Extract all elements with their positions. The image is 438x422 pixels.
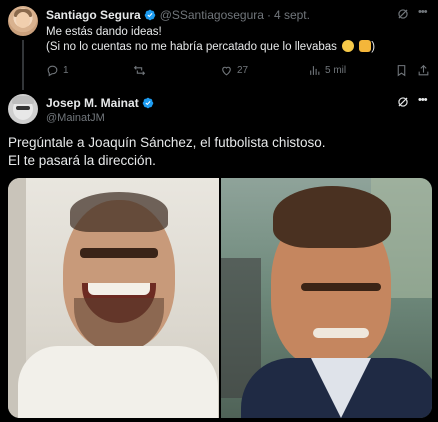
thread-connector-line (22, 40, 24, 90)
santiago-segura-avatar[interactable] (8, 6, 38, 36)
tweet1-action-bar: 1 27 5 mil (46, 62, 430, 78)
bookmark-icon[interactable] (395, 64, 408, 77)
thumbs-up-icon (359, 40, 372, 52)
grinning-squinting-face-icon (342, 40, 355, 52)
tweet2-header: Josep M. Mainat @MainatJM (46, 96, 158, 124)
author-handle[interactable]: @MainatJM (46, 112, 158, 124)
tweet1-text: Me estás dando ideas! (Si no lo cuentas … (46, 25, 375, 55)
josep-mainat-avatar[interactable] (8, 94, 38, 124)
tweet2-line2: El te pasará la dirección. (8, 153, 156, 168)
verified-badge-icon (144, 9, 155, 21)
smile-shape (313, 328, 369, 338)
verified-badge-icon (142, 97, 153, 109)
dot-separator: · (266, 8, 271, 22)
grok-icon[interactable] (396, 7, 410, 21)
hair-shape (70, 192, 168, 232)
teeth-shape (88, 283, 150, 295)
avatar-face (16, 12, 30, 28)
reply-count: 1 (63, 64, 69, 76)
author-name[interactable]: Josep M. Mainat (46, 96, 139, 110)
tweet2-text: Pregúntale a Joaquín Sánchez, el futboli… (8, 134, 325, 170)
like-button[interactable]: 27 (220, 64, 248, 77)
media-photo-man-in-suit[interactable] (221, 178, 432, 418)
author-handle[interactable]: @SSantiagosegura (160, 8, 264, 22)
like-count: 27 (237, 64, 249, 76)
tweet2-line1: Pregúntale a Joaquín Sánchez, el futboli… (8, 135, 326, 150)
hair-shape (273, 186, 391, 248)
eyes-shape (80, 248, 158, 258)
avatar-hair (12, 96, 34, 104)
reply-tweet[interactable]: Santiago Segura @SSantiagosegura · 4 sep… (0, 0, 438, 90)
repost-button[interactable] (133, 64, 150, 77)
author-name[interactable]: Santiago Segura (46, 8, 141, 22)
tweet1-header: Santiago Segura @SSantiagosegura · 4 sep… (46, 8, 310, 22)
grok-icon[interactable] (396, 95, 410, 109)
more-options-icon[interactable]: ••• (418, 6, 432, 20)
more-options-icon[interactable]: ••• (418, 94, 432, 108)
share-icon[interactable] (417, 64, 430, 77)
tweet1-line1: Me estás dando ideas! (46, 26, 162, 38)
reply-button[interactable]: 1 (46, 64, 69, 77)
tweet-media-grid (8, 178, 432, 418)
tweet1-line2: (Si no lo cuentas no me habría percatado… (46, 40, 376, 53)
views-button[interactable]: 5 mil (308, 64, 346, 77)
views-count: 5 mil (325, 64, 347, 76)
beard-shape (74, 298, 164, 353)
tweet-date[interactable]: 4 sept. (274, 8, 310, 22)
tweet1-line2-text: (Si no lo cuentas no me habría percatado… (46, 41, 337, 53)
heart-icon (222, 66, 231, 75)
reply-icon (47, 65, 58, 76)
media-photo-laughing-man[interactable] (8, 178, 219, 418)
main-tweet[interactable]: Josep M. Mainat @MainatJM ••• Pregúntale… (0, 88, 438, 422)
eyes-shape (301, 283, 381, 291)
views-chart-icon (310, 65, 320, 75)
white-shirt-shape (18, 346, 218, 418)
avatar-glasses (16, 106, 30, 110)
repost-icon (133, 65, 146, 75)
